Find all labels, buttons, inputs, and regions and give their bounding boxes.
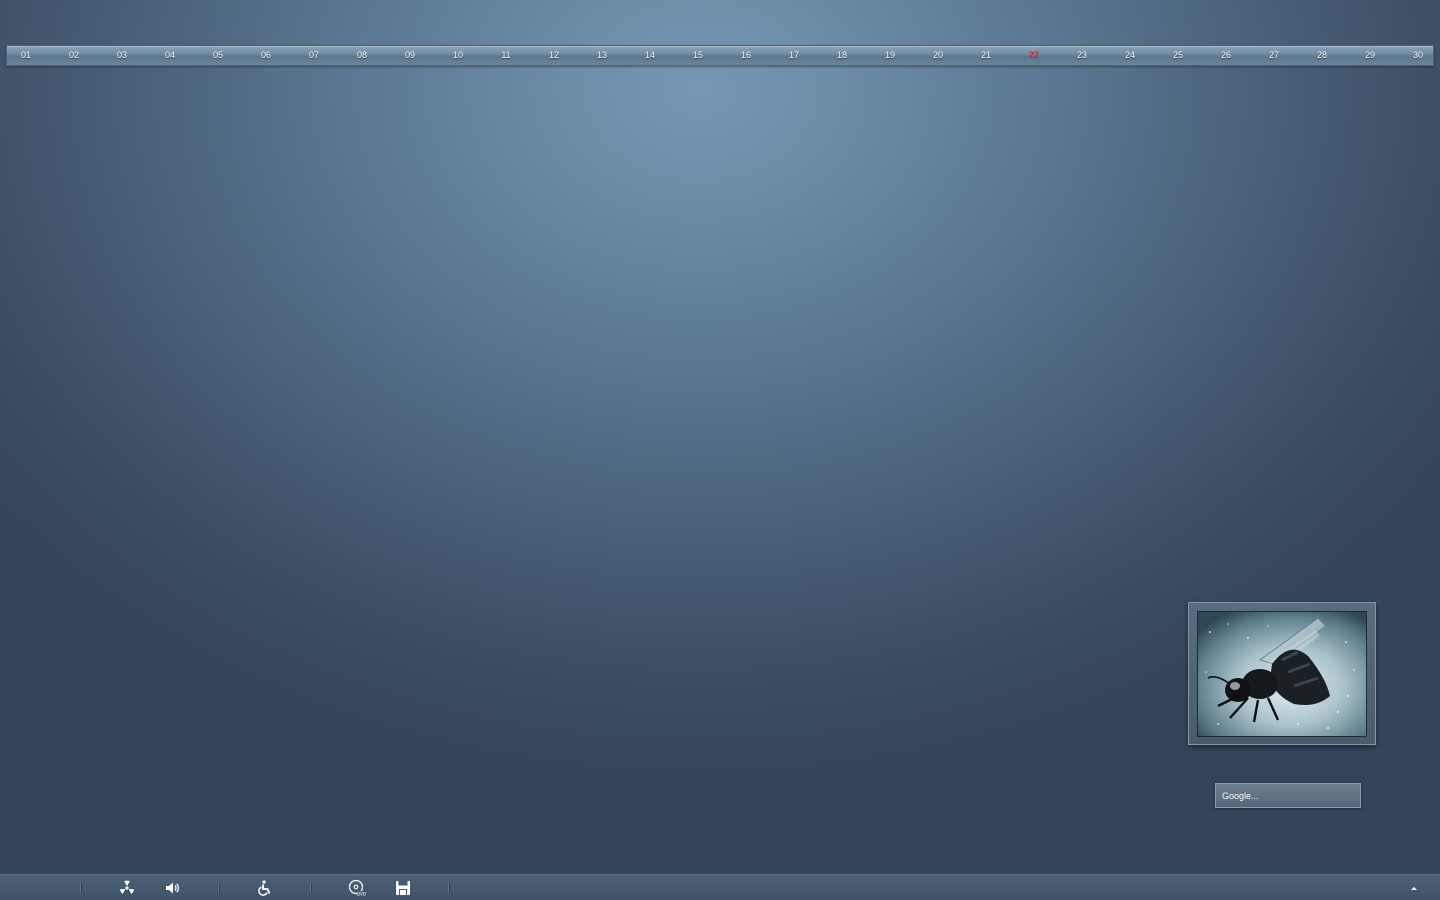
calendar-day-26[interactable]: 26: [1211, 46, 1241, 65]
taskbar-separator: [310, 882, 311, 894]
calendar-day-25[interactable]: 25: [1163, 46, 1193, 65]
calendar-day-08[interactable]: 08: [347, 46, 377, 65]
calendar-day-30[interactable]: 30: [1403, 46, 1433, 65]
taskbar: DVD: [0, 874, 1440, 900]
calendar-day-09[interactable]: 09: [395, 46, 425, 65]
chevron-up-icon[interactable]: [1408, 883, 1420, 893]
calendar-day-06[interactable]: 06: [251, 46, 281, 65]
photo-frame-widget[interactable]: [1188, 602, 1376, 745]
calendar-day-05[interactable]: 05: [203, 46, 233, 65]
calendar-day-23[interactable]: 23: [1067, 46, 1097, 65]
calendar-day-19[interactable]: 19: [875, 46, 905, 65]
calendar-day-11[interactable]: 11: [491, 46, 521, 65]
calendar-day-03[interactable]: 03: [107, 46, 137, 65]
svg-text:DVD: DVD: [357, 891, 366, 896]
dvd-disc-icon[interactable]: DVD: [348, 879, 366, 897]
calendar-day-07[interactable]: 07: [299, 46, 329, 65]
calendar-day-20[interactable]: 20: [923, 46, 953, 65]
taskbar-separator: [448, 882, 449, 894]
calendar-day-04[interactable]: 04: [155, 46, 185, 65]
google-search-box[interactable]: [1215, 783, 1361, 808]
calendar-day-02[interactable]: 02: [59, 46, 89, 65]
calendar-day-27[interactable]: 27: [1259, 46, 1289, 65]
calendar-day-24[interactable]: 24: [1115, 46, 1145, 65]
calendar-day-14[interactable]: 14: [635, 46, 665, 65]
wheelchair-icon[interactable]: [256, 879, 274, 897]
google-search-input[interactable]: [1216, 784, 1360, 807]
speaker-icon[interactable]: [164, 879, 182, 897]
taskbar-separator: [218, 882, 219, 894]
calendar-day-13[interactable]: 13: [587, 46, 617, 65]
calendar-strip: 01 02 03 04 05 06 07 08 09 10 11 12 13 14 15 16 17 18 19 20…: [6, 45, 1434, 66]
calendar-day-17[interactable]: 17: [779, 46, 809, 65]
calendar-day-15[interactable]: 15: [683, 46, 713, 65]
wasp-photo: [1197, 611, 1367, 737]
calendar-day-12[interactable]: 12: [539, 46, 569, 65]
calendar-day-21[interactable]: 21: [971, 46, 1001, 65]
calendar-day-18[interactable]: 18: [827, 46, 857, 65]
calendar-day-10[interactable]: 10: [443, 46, 473, 65]
radiation-icon[interactable]: [118, 879, 136, 897]
calendar-day-16[interactable]: 16: [731, 46, 761, 65]
calendar-day-01[interactable]: 01: [11, 46, 41, 65]
calendar-day-28[interactable]: 28: [1307, 46, 1337, 65]
calendar-day-22[interactable]: 22: [1019, 46, 1049, 65]
calendar-day-29[interactable]: 29: [1355, 46, 1385, 65]
wasp-photo-icon: [1198, 612, 1366, 736]
taskbar-separator: [80, 882, 81, 894]
floppy-disk-icon[interactable]: [394, 879, 412, 897]
